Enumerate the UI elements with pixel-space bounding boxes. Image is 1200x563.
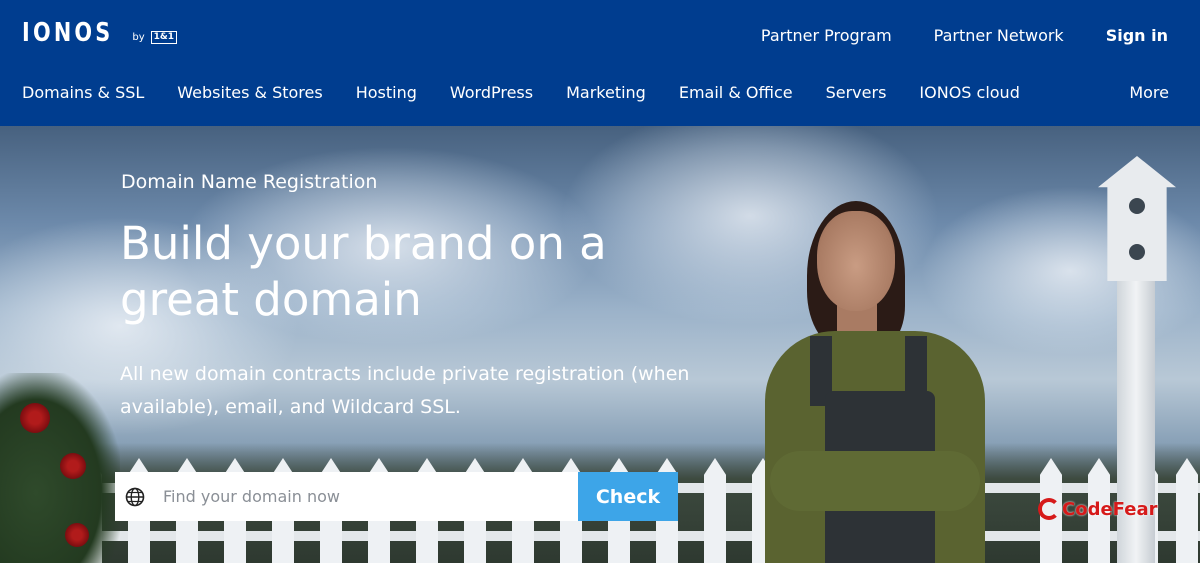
nav-item-hosting[interactable]: Hosting — [356, 83, 417, 102]
nav-item-marketing[interactable]: Marketing — [566, 83, 646, 102]
birdhouse-image — [1098, 156, 1176, 281]
hero-headline: Build your brand on a great domain — [120, 217, 607, 326]
rose-flower — [65, 523, 89, 547]
globe-icon — [125, 487, 145, 506]
partner-network-link[interactable]: Partner Network — [934, 26, 1064, 45]
fence-rail — [80, 531, 1200, 541]
codefear-logo-icon — [1038, 498, 1060, 520]
main-nav: Domains & SSL Websites & Stores Hosting … — [22, 83, 1053, 102]
nav-item-ionos-cloud[interactable]: IONOS cloud — [919, 83, 1019, 102]
domain-search-input[interactable] — [163, 487, 578, 506]
ionos-logo[interactable]: IONOS by 1&1 — [22, 18, 178, 48]
hero-person-image — [755, 201, 1015, 563]
nav-item-websites-stores[interactable]: Websites & Stores — [177, 83, 322, 102]
logo-parent-badge: 1&1 — [150, 31, 178, 44]
nav-item-domains-ssl[interactable]: Domains & SSL — [22, 83, 144, 102]
nav-item-servers[interactable]: Servers — [826, 83, 887, 102]
rose-flower — [20, 403, 50, 433]
site-header: IONOS by 1&1 Partner Program Partner Net… — [0, 0, 1200, 126]
logo-by-text: by — [132, 32, 145, 43]
nav-item-email-office[interactable]: Email & Office — [679, 83, 793, 102]
top-links: Partner Program Partner Network Sign in — [761, 26, 1168, 45]
codefear-watermark: CodeFear — [1038, 498, 1157, 520]
sign-in-link[interactable]: Sign in — [1106, 26, 1168, 45]
domain-search-form: Check — [115, 472, 678, 521]
nav-more[interactable]: More — [1129, 83, 1169, 102]
nav-item-wordpress[interactable]: WordPress — [450, 83, 533, 102]
rose-flower — [60, 453, 86, 479]
logo-wordmark: IONOS — [22, 18, 114, 48]
watermark-text: CodeFear — [1062, 498, 1158, 520]
partner-program-link[interactable]: Partner Program — [761, 26, 892, 45]
hero-subtext: All new domain contracts include private… — [120, 363, 690, 418]
check-button[interactable]: Check — [578, 472, 678, 521]
domain-search-box — [115, 472, 578, 521]
hero-eyebrow: Domain Name Registration — [121, 171, 378, 193]
rose-bush-image — [0, 373, 120, 563]
